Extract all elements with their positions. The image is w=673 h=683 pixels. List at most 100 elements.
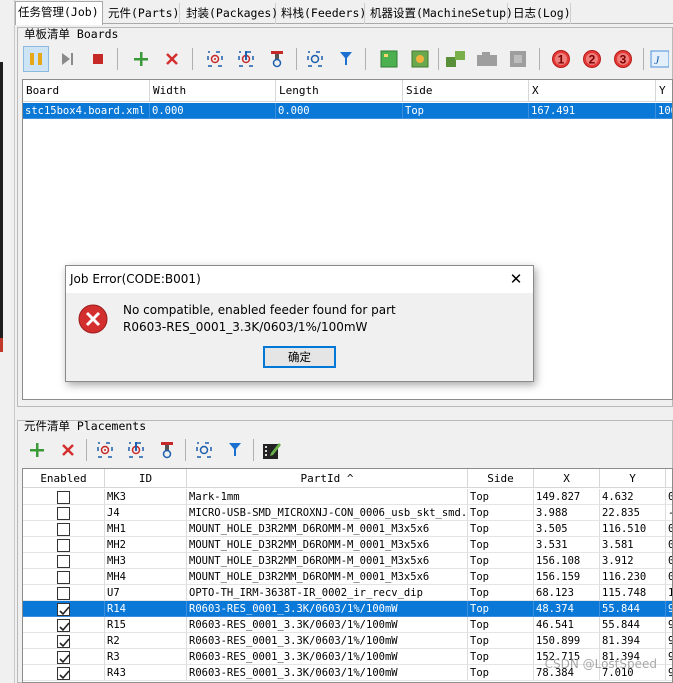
enabled-checkbox[interactable]	[57, 635, 70, 648]
edit-part-button[interactable]	[259, 437, 285, 463]
tab-job[interactable]: 任务管理(Job)	[15, 1, 103, 25]
placement-rotation-cell: 9	[666, 633, 672, 649]
add-placement-button[interactable]	[24, 437, 50, 463]
placement-part-cell: R0603-RES_0001_3.3K/0603/1%/100mW	[187, 617, 468, 633]
tab-feeders[interactable]: 料栈(Feeders)	[279, 3, 366, 24]
table-row[interactable]: MH2 MOUNT_HOLE_D3R2MM_D6ROMM-M_0001_M3x5x…	[23, 537, 672, 553]
table-row[interactable]: MH4 MOUNT_HOLE_D3R2MM_D6ROMM-M_0001_M3x5x…	[23, 569, 672, 585]
tab-machine-setup[interactable]: 机器设置(MachineSetup)	[368, 3, 513, 24]
checked-gray-button[interactable]	[505, 46, 531, 72]
ok-button[interactable]: 确定	[263, 346, 336, 368]
enabled-checkbox[interactable]	[57, 555, 70, 568]
placements-col-side[interactable]: Side	[468, 469, 534, 488]
nozzle-button[interactable]	[264, 46, 290, 72]
placement-nozzle-button[interactable]	[154, 437, 180, 463]
close-icon[interactable]: ✕	[505, 269, 527, 289]
placement-y-cell: 4.632	[600, 489, 666, 505]
step-1-button[interactable]: 1	[548, 46, 574, 72]
placement-capture-camera-button[interactable]	[92, 437, 118, 463]
placements-col-enabled[interactable]: Enabled	[23, 469, 105, 488]
placements-col-y[interactable]: Y	[600, 469, 666, 488]
board-width-cell: 0.000	[150, 103, 276, 119]
placements-col-rotation[interactable]	[666, 469, 672, 488]
tab-log[interactable]: 日志(Log)	[511, 3, 571, 24]
placement-y-cell: 116.510	[600, 521, 666, 537]
table-row[interactable]: stc15box4.board.xml 0.000 0.000 Top 167.…	[23, 103, 672, 119]
enabled-checkbox[interactable]	[57, 603, 70, 616]
placement-side-cell: Top	[468, 553, 534, 569]
table-row[interactable]: R2 R0603-RES_0001_3.3K/0603/1%/100mW Top 15…	[23, 633, 672, 649]
placements-col-partid[interactable]: PartId ^	[187, 469, 468, 488]
capture-tool-button[interactable]	[233, 46, 259, 72]
boards-col-side[interactable]: Side	[403, 80, 529, 102]
boards-col-x[interactable]: X	[529, 80, 656, 102]
dialog-titlebar: Job Error(CODE:B001) ✕	[66, 266, 533, 293]
enabled-checkbox[interactable]	[57, 587, 70, 600]
placements-title: 元件清单 Placements	[24, 419, 147, 433]
placement-y-cell: 3.581	[600, 537, 666, 553]
tab-parts[interactable]: 元件(Parts)	[106, 3, 180, 24]
enabled-checkbox[interactable]	[57, 539, 70, 552]
enabled-checkbox[interactable]	[57, 491, 70, 504]
enabled-checkbox[interactable]	[57, 507, 70, 520]
table-row[interactable]: MH1 MOUNT_HOLE_D3R2MM_D6ROMM-M_0001_M3x5x…	[23, 521, 672, 537]
boards-col-board[interactable]: Board	[23, 80, 150, 102]
enabled-checkbox[interactable]	[57, 651, 70, 664]
checkmark-icon	[59, 638, 70, 648]
position-camera-icon	[196, 442, 212, 458]
placement-rotation-cell: -	[666, 505, 672, 521]
table-row[interactable]: U7 OPTO-TH_IRM-3638T-IR_0002_ir_recv_dip T…	[23, 585, 672, 601]
boards-title: 单板清单 Boards	[24, 27, 119, 41]
board-top-button[interactable]	[376, 46, 402, 72]
add-board-button[interactable]	[128, 46, 154, 72]
step-button[interactable]	[54, 46, 80, 72]
placement-part-cell: R0603-RES_0001_3.3K/0603/1%/100mW	[187, 649, 468, 665]
placement-part-cell: R0603-RES_0001_3.3K/0603/1%/100mW	[187, 665, 468, 681]
checkmark-icon	[59, 654, 70, 664]
stop-button[interactable]	[85, 46, 111, 72]
step-3-button[interactable]: 3	[610, 46, 636, 72]
board-fiducial-button[interactable]	[407, 46, 433, 72]
boards-col-width[interactable]: Width	[150, 80, 276, 102]
table-row[interactable]: R15 R0603-RES_0001_3.3K/0603/1%/100mW Top 4…	[23, 617, 672, 633]
tab-packages[interactable]: 封装(Packages)	[184, 3, 278, 24]
placement-capture-tool-button[interactable]	[123, 437, 149, 463]
main-tab-bar: 任务管理(Job) 元件(Parts) 封装(Packages) 料栈(Feed…	[15, 0, 673, 25]
placement-position-camera-button[interactable]	[191, 437, 217, 463]
board-top-icon	[380, 50, 398, 68]
placement-id-cell: MH4	[105, 569, 187, 585]
remove-icon	[166, 53, 178, 65]
script-button[interactable]: J	[649, 46, 669, 72]
table-row[interactable]: J4 MICRO-USB-SMD_MICROXNJ-CON_0006_usb_sk…	[23, 505, 672, 521]
enabled-checkbox[interactable]	[57, 619, 70, 632]
table-row[interactable]: MK3Mark-1mmTop149.8274.6320	[23, 489, 672, 505]
placements-col-id[interactable]: ID	[105, 469, 187, 488]
placement-x-cell: 156.108	[534, 553, 600, 569]
board-layout-button[interactable]	[443, 46, 469, 72]
capture-camera-button[interactable]	[202, 46, 228, 72]
position-tool-button[interactable]	[333, 46, 359, 72]
pause-button[interactable]	[23, 46, 49, 72]
remove-placement-button[interactable]	[55, 437, 81, 463]
placement-position-tool-button[interactable]	[222, 437, 248, 463]
step-2-button[interactable]: 2	[579, 46, 605, 72]
table-row[interactable]: R14 R0603-RES_0001_3.3K/0603/1%/100mW Top 4…	[23, 601, 672, 617]
table-row[interactable]: MH3 MOUNT_HOLE_D3R2MM_D6ROMM-M_0001_M3x5x…	[23, 553, 672, 569]
enabled-checkbox[interactable]	[57, 523, 70, 536]
remove-board-button[interactable]	[159, 46, 185, 72]
placement-rotation-cell: 9	[666, 649, 672, 665]
camera-gray-button[interactable]	[474, 46, 500, 72]
placement-x-cell: 68.123	[534, 585, 600, 601]
enabled-checkbox[interactable]	[57, 667, 70, 680]
placement-part-cell: MOUNT_HOLE_D3R2MM_D6ROMM-M_0001_M3x5x6	[187, 521, 468, 537]
position-camera-icon	[307, 51, 323, 67]
placements-col-x[interactable]: X	[534, 469, 600, 488]
enabled-checkbox[interactable]	[57, 571, 70, 584]
position-camera-button[interactable]	[302, 46, 328, 72]
boards-col-length[interactable]: Length	[276, 80, 403, 102]
svg-text:J: J	[654, 53, 660, 67]
boards-col-y[interactable]: Y	[656, 80, 672, 102]
placement-y-cell: 55.844	[600, 601, 666, 617]
checkmark-icon	[59, 670, 70, 680]
checkmark-icon	[59, 622, 70, 632]
